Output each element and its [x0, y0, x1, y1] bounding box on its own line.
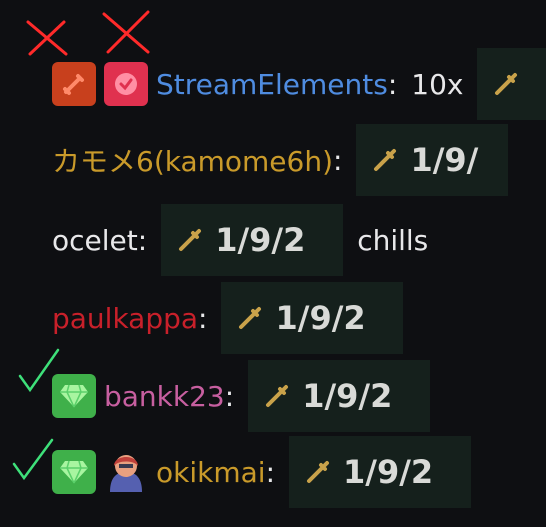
emote-text: 1/9/2 [275, 299, 366, 337]
message-text: 10x [411, 67, 464, 101]
dagger-icon [237, 305, 263, 331]
colon: : [198, 301, 208, 335]
colon: : [387, 67, 398, 101]
colon: : [333, 143, 343, 177]
dagger-icon [177, 227, 203, 253]
chat-message: paulkappa : 1/9/2 [52, 282, 404, 354]
sword-badge-icon [52, 62, 96, 106]
chat-message: ocelet : 1/9/2 chills [52, 204, 428, 276]
emote-text: 1/9/ [410, 141, 479, 179]
dagger-emote: 1/9/2 [221, 282, 404, 354]
dagger-icon [305, 459, 331, 485]
dagger-emote [477, 48, 546, 120]
username[interactable]: bankk23 [104, 380, 225, 413]
colon: : [265, 455, 275, 489]
dagger-icon [493, 71, 519, 97]
username[interactable]: paulkappa [52, 302, 198, 335]
emote-text: 1/9/2 [343, 453, 434, 491]
colon: : [224, 379, 235, 413]
dagger-icon [372, 147, 398, 173]
verified-badge-icon [104, 62, 148, 106]
avatar-badge-icon [104, 450, 148, 494]
emote-text: 1/9/2 [302, 377, 393, 415]
dagger-emote: 1/9/2 [289, 436, 471, 508]
check-mark-icon [12, 438, 54, 481]
username[interactable]: okikmai [156, 456, 266, 489]
username[interactable]: ocelet [52, 224, 138, 257]
chat-message: StreamElements : 10x [52, 48, 546, 120]
chat-panel: StreamElements : 10x カモメ6(kamome6h) : 1/… [0, 0, 546, 527]
dagger-emote: 1/9/ [356, 124, 509, 196]
username[interactable]: カモメ6(kamome6h) [52, 140, 333, 180]
colon: : [137, 223, 148, 257]
chat-message: bankk23 : 1/9/2 [52, 360, 431, 432]
subscriber-badge-icon [52, 374, 96, 418]
dagger-icon [264, 383, 290, 409]
dagger-emote: 1/9/2 [248, 360, 431, 432]
chat-message: okikmai : 1/9/2 [52, 436, 471, 508]
dagger-emote: 1/9/2 [161, 204, 344, 276]
username[interactable]: StreamElements [156, 68, 388, 101]
emote-text: 1/9/2 [215, 221, 306, 259]
chat-message: カモメ6(kamome6h) : 1/9/ [52, 124, 509, 196]
message-text: chills [357, 223, 429, 257]
subscriber-badge-icon [52, 450, 96, 494]
